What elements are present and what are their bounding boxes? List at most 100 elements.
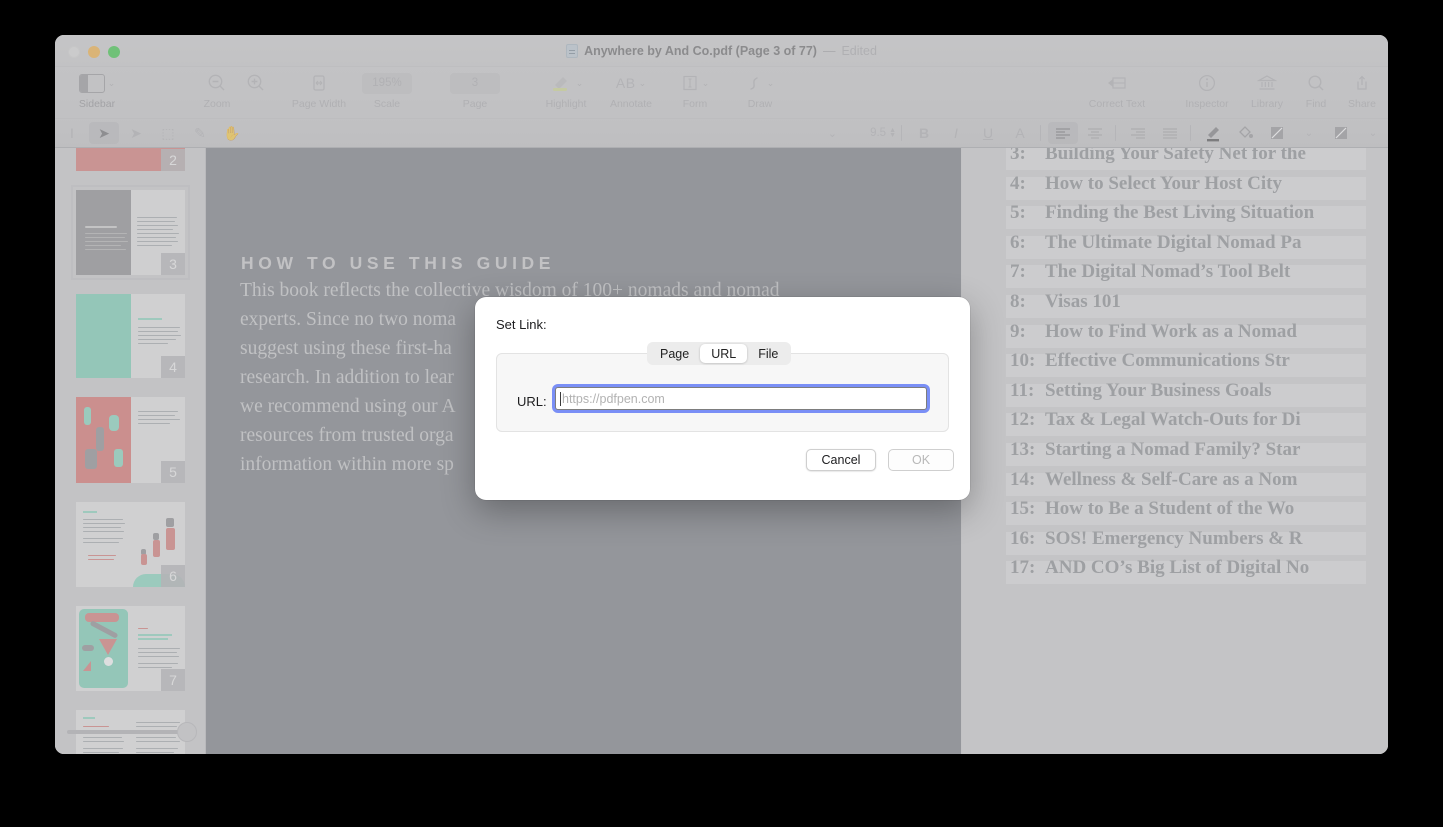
page-width-icon (309, 73, 329, 93)
toc-entry[interactable]: 9:How to Find Work as a Nomad (1010, 321, 1388, 351)
toolbar-highlight-button[interactable]: ⌄ Highlight (534, 71, 598, 110)
traffic-lights (68, 46, 120, 58)
pdf-page-4[interactable]: 3:Building Your Safety Net for the 4:How… (962, 148, 1388, 754)
toolbar-zoom-in-button[interactable] (224, 71, 288, 98)
align-justify-icon (1162, 127, 1178, 139)
thumbnail-page-7[interactable]: 7 (76, 606, 185, 691)
toolbar-correct-text-button[interactable]: Correct Text (1072, 71, 1162, 110)
hand-tool-button[interactable]: ✋ (217, 122, 247, 144)
chevron-down-icon[interactable]: ⌄ (767, 78, 775, 89)
thumbnail-page-5[interactable]: 5 (76, 397, 185, 483)
chevron-down-icon[interactable]: ⌄ (576, 78, 584, 89)
text-color-button[interactable]: A (1005, 122, 1035, 144)
stroke-color-button[interactable] (1198, 122, 1228, 144)
scale-value[interactable]: 195% (362, 73, 412, 94)
cancel-button[interactable]: Cancel (806, 449, 876, 471)
toolbar-find-label: Find (1306, 98, 1326, 110)
title-separator: — (823, 44, 836, 58)
toolbar-inspector-button[interactable]: Inspector (1175, 71, 1239, 110)
toc-entry[interactable]: 4:How to Select Your Host City (1010, 173, 1388, 203)
window-title: Anywhere by And Co.pdf (Page 3 of 77) — … (55, 35, 1388, 67)
thumbnail-page-6[interactable]: 6 (76, 502, 185, 587)
toc-entry[interactable]: 14:Wellness & Self-Care as a Nom (1010, 469, 1388, 499)
toolbar-share-button[interactable]: Share (1330, 71, 1388, 110)
toolbar-form-button[interactable]: ⌄ Form (663, 71, 727, 110)
object-tool-button[interactable]: ➤ (121, 122, 151, 144)
fill-color-button[interactable] (1230, 122, 1260, 144)
text-tool-button[interactable]: I (57, 122, 87, 144)
minimize-button-icon[interactable] (88, 46, 100, 58)
toc-entry[interactable]: 3:Building Your Safety Net for the (1010, 148, 1388, 173)
toolbar-annotate-label: Annotate (610, 98, 652, 110)
toolbar-zoom-label: Zoom (204, 98, 231, 110)
bold-button[interactable]: B (909, 122, 939, 144)
toc-entry[interactable]: 11:Setting Your Business Goals (1010, 380, 1388, 410)
font-size-stepper[interactable]: 9.5 ▲▼ (844, 127, 896, 139)
toolbar-draw-button[interactable]: ⌄ Draw (728, 71, 792, 110)
toc-entry[interactable]: 10:Effective Communications Str (1010, 350, 1388, 380)
toolbar-page-width-button[interactable]: Page Width (287, 71, 351, 110)
set-link-dialog[interactable]: Set Link: Page URL File URL: https://pdf… (475, 297, 970, 500)
chevron-down-icon[interactable]: ⌄ (702, 78, 710, 89)
thumbnail-page-number: 7 (161, 669, 185, 691)
toolbar-inspector-label: Inspector (1185, 98, 1228, 110)
toolbar-annotate-button[interactable]: AB ⌄ Annotate (599, 71, 663, 110)
chevron-down-icon[interactable]: ⌄ (639, 78, 647, 89)
pencil-icon (1203, 124, 1223, 142)
underline-button[interactable]: U (973, 122, 1003, 144)
align-left-button[interactable] (1048, 122, 1078, 144)
italic-button[interactable]: I (941, 122, 971, 144)
toc-entry[interactable]: 15:How to Be a Student of the Wo (1010, 498, 1388, 528)
close-button-icon[interactable] (68, 46, 80, 58)
toolbar-scale-field[interactable]: 195% Scale (355, 71, 419, 110)
toolbar-sidebar-button[interactable]: ⌄ Sidebar (65, 71, 129, 110)
toc-entry[interactable]: 13:Starting a Nomad Family? Star (1010, 439, 1388, 469)
chevron-down-icon[interactable]: ⌄ (1358, 122, 1388, 144)
thumbnail-page-number: 6 (161, 565, 185, 587)
thumbnail-page-2[interactable]: 2 (76, 148, 185, 171)
tab-file[interactable]: File (747, 344, 789, 363)
toc-entry[interactable]: 8:Visas 101 (1010, 291, 1388, 321)
slider-knob[interactable] (177, 722, 197, 742)
toolbar-page-field[interactable]: 3 Page (443, 71, 507, 110)
thumbnail-sidebar[interactable]: 2 (55, 148, 206, 754)
toc-entry[interactable]: 17:AND CO’s Big List of Digital No (1010, 557, 1388, 587)
toc-entry[interactable]: 7:The Digital Nomad’s Tool Belt (1010, 261, 1388, 291)
toc-entry[interactable]: 16: SOS! Emergency Numbers & R (1010, 528, 1388, 558)
align-left-icon (1055, 127, 1071, 139)
toc-number: 16: (1010, 528, 1036, 550)
toc-entry[interactable]: 12:Tax & Legal Watch-Outs for Di (1010, 409, 1388, 439)
shape-style-button[interactable] (1326, 122, 1356, 144)
align-center-button[interactable] (1080, 122, 1110, 144)
font-family-select[interactable]: ⌄ (249, 124, 842, 143)
toc-title: SOS! Emergency Numbers & R (1045, 528, 1303, 550)
dialog-title: Set Link: (496, 317, 547, 332)
tab-page[interactable]: Page (649, 344, 700, 363)
align-right-button[interactable] (1123, 122, 1153, 144)
toc-title: How to Find Work as a Nomad (1045, 321, 1297, 343)
tab-url[interactable]: URL (700, 344, 747, 363)
zoom-button-icon[interactable] (108, 46, 120, 58)
eraser-tool-button[interactable]: ✎ (185, 122, 215, 144)
link-type-tabs[interactable]: Page URL File (647, 342, 791, 365)
line-style-button[interactable] (1262, 122, 1292, 144)
page-number-value[interactable]: 3 (450, 73, 500, 94)
toolbar-share-label: Share (1348, 98, 1376, 110)
marquee-tool-button[interactable]: ⬚ (153, 122, 183, 144)
thumbnail-page-4[interactable]: 4 (76, 294, 185, 378)
toc-number: 13: (1010, 439, 1036, 461)
thumbnail-size-slider[interactable] (67, 724, 195, 740)
chevron-down-icon[interactable]: ⌄ (1294, 122, 1324, 144)
thumbnail-page-number: 3 (161, 253, 185, 275)
toc-title: AND CO’s Big List of Digital No (1045, 557, 1309, 579)
document-title-text: Anywhere by And Co.pdf (Page 3 of 77) (584, 44, 817, 58)
stepper-arrows-icon[interactable]: ▲▼ (889, 128, 896, 138)
align-justify-button[interactable] (1155, 122, 1185, 144)
url-input[interactable]: https://pdfpen.com (555, 387, 927, 410)
select-tool-button[interactable]: ➤ (89, 122, 119, 144)
thumbnail-page-3[interactable]: 3 (76, 190, 185, 275)
toc-entry[interactable]: 6:The Ultimate Digital Nomad Pa (1010, 232, 1388, 262)
toc-entry[interactable]: 5:Finding the Best Living Situation (1010, 202, 1388, 232)
thumb-left-panel (76, 190, 131, 275)
ok-button[interactable]: OK (888, 449, 954, 471)
